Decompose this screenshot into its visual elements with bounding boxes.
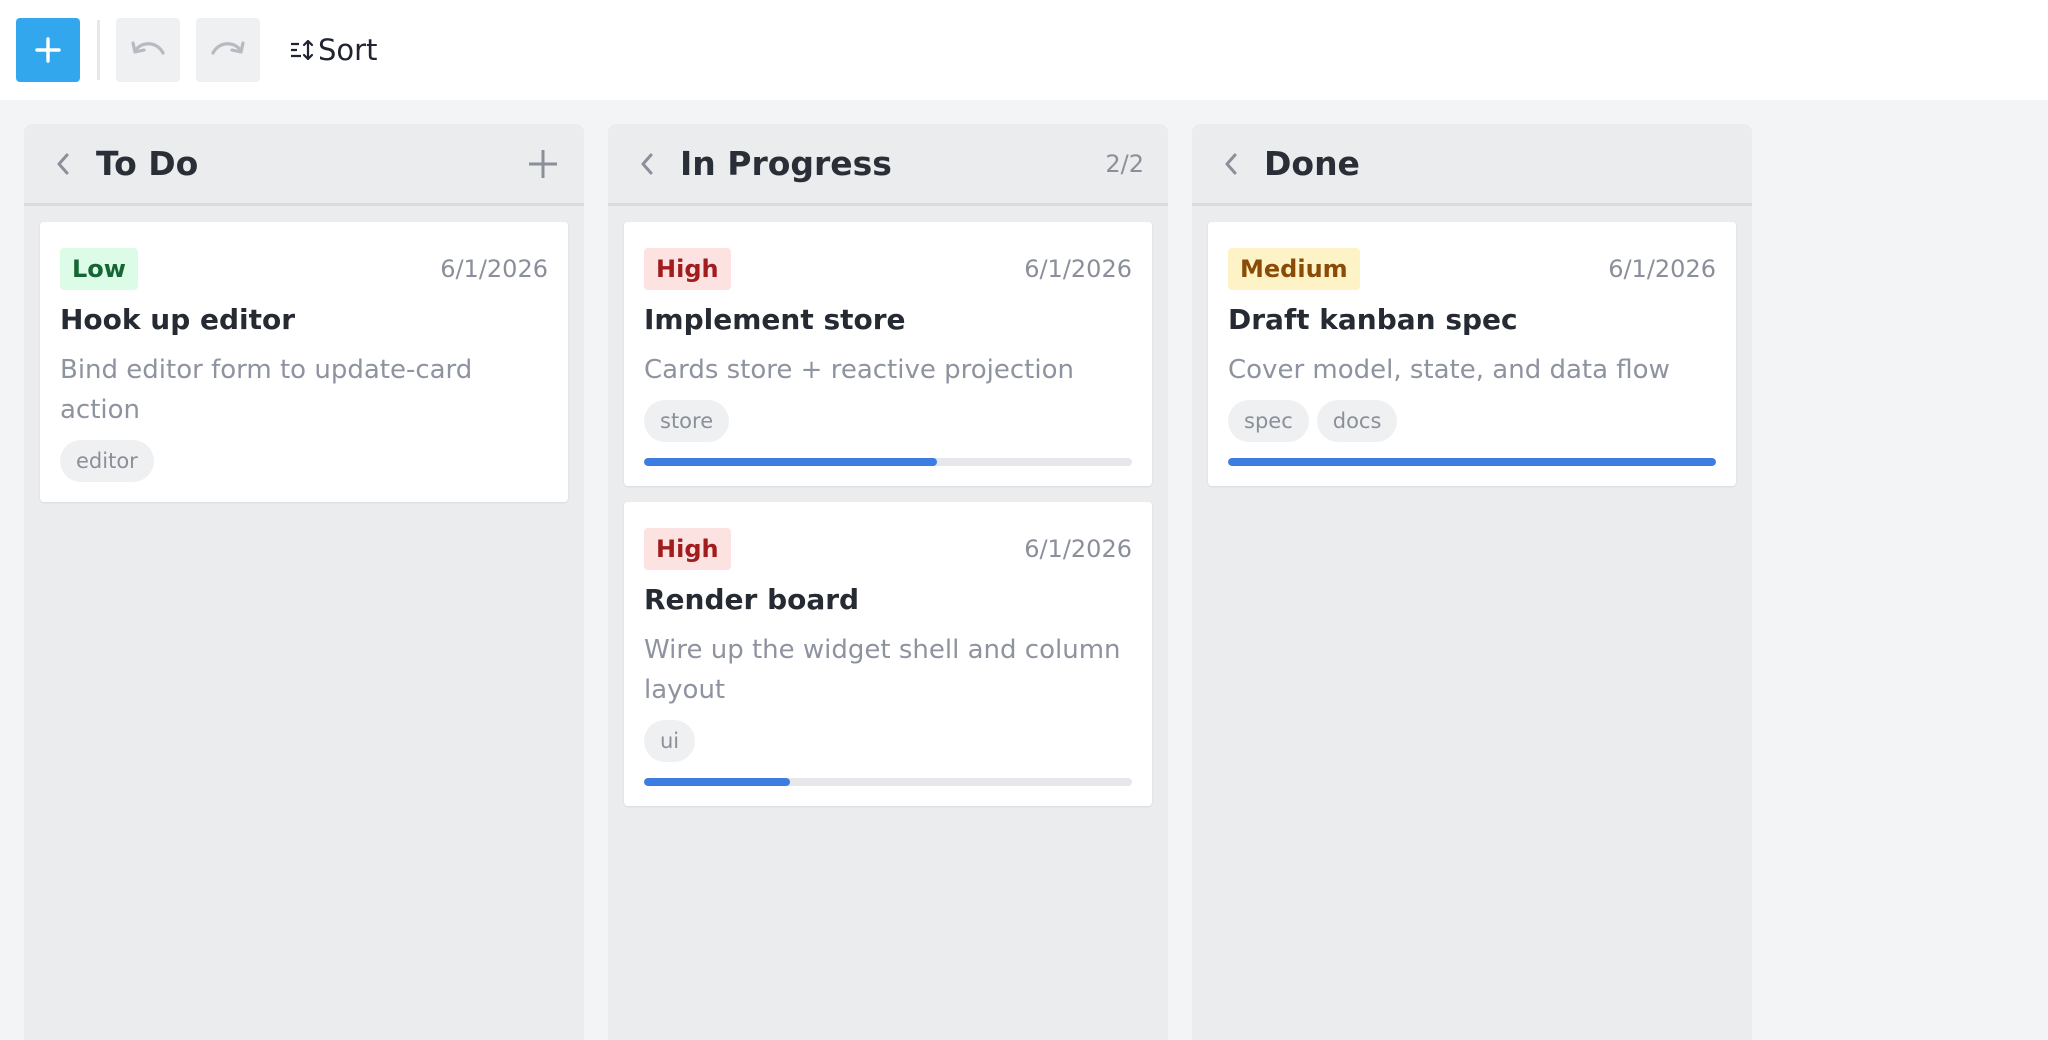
collapse-chevron-icon[interactable] bbox=[634, 151, 660, 177]
column-in-progress: In Progress 2/2 High 6/1/2026 Implement … bbox=[608, 124, 1168, 1040]
card-description: Wire up the widget shell and column layo… bbox=[644, 635, 1121, 705]
progress-bar bbox=[644, 778, 1132, 786]
tag-list: ui bbox=[644, 720, 1132, 762]
sort-label: Sort bbox=[318, 33, 378, 67]
column-header: To Do bbox=[24, 124, 584, 206]
card-render-board[interactable]: High 6/1/2026 Render board Wire up the w… bbox=[624, 502, 1152, 806]
plus-icon bbox=[529, 149, 557, 178]
toolbar: Sort bbox=[0, 0, 2048, 100]
collapse-chevron-icon[interactable] bbox=[1218, 151, 1244, 177]
card-date: 6/1/2026 bbox=[1608, 255, 1716, 283]
card-title: Implement store bbox=[644, 303, 906, 336]
redo-icon bbox=[211, 41, 245, 55]
card-date: 6/1/2026 bbox=[440, 255, 548, 283]
priority-badge: Low bbox=[60, 248, 138, 290]
progress-fill bbox=[644, 778, 791, 786]
card-draft-kanban-spec[interactable]: Medium 6/1/2026 Draft kanban spec Cover … bbox=[1208, 222, 1736, 486]
card-title: Render board bbox=[644, 583, 860, 616]
add-card-button[interactable] bbox=[16, 18, 80, 82]
card-list: Medium 6/1/2026 Draft kanban spec Cover … bbox=[1192, 206, 1752, 486]
column-title: Done bbox=[1264, 144, 1360, 183]
undo-icon bbox=[131, 41, 165, 55]
column-header: Done bbox=[1192, 124, 1752, 206]
card-hook-up-editor[interactable]: Low 6/1/2026 Hook up editor Bind editor … bbox=[40, 222, 568, 502]
progress-fill bbox=[1228, 458, 1716, 466]
plus-icon bbox=[35, 37, 61, 63]
progress-bar bbox=[1228, 458, 1716, 466]
tag-list: store bbox=[644, 400, 1132, 442]
column-todo: To Do Low 6/1/2026 Hook up editor Bind e… bbox=[24, 124, 584, 1040]
toolbar-divider bbox=[97, 20, 100, 80]
column-done: Done Medium 6/1/2026 Draft kanban spec C… bbox=[1192, 124, 1752, 1040]
column-header: In Progress 2/2 bbox=[608, 124, 1168, 206]
tag: spec bbox=[1228, 400, 1309, 442]
priority-badge: Medium bbox=[1228, 248, 1360, 290]
column-title: In Progress bbox=[680, 144, 892, 183]
card-list: High 6/1/2026 Implement store Cards stor… bbox=[608, 206, 1168, 806]
priority-badge: High bbox=[644, 528, 731, 570]
progress-bar bbox=[644, 458, 1132, 466]
wip-count: 2/2 bbox=[1105, 149, 1144, 178]
tag: ui bbox=[644, 720, 696, 762]
sort-button[interactable]: Sort bbox=[290, 33, 377, 67]
progress-fill bbox=[644, 458, 937, 466]
undo-button[interactable] bbox=[116, 18, 180, 82]
sort-icon bbox=[291, 39, 314, 61]
tag-list: editor bbox=[60, 440, 548, 482]
tag: store bbox=[644, 400, 730, 442]
card-title: Hook up editor bbox=[60, 303, 296, 336]
card-description: Bind editor form to update-card action bbox=[60, 355, 473, 425]
add-card-to-column-button[interactable] bbox=[526, 147, 560, 181]
card-description: Cover model, state, and data flow bbox=[1228, 355, 1670, 385]
tag-list: spec docs bbox=[1228, 400, 1716, 442]
collapse-chevron-icon[interactable] bbox=[50, 151, 76, 177]
priority-badge: High bbox=[644, 248, 731, 290]
redo-button[interactable] bbox=[196, 18, 260, 82]
card-description: Cards store + reactive projection bbox=[644, 355, 1074, 385]
kanban-board: To Do Low 6/1/2026 Hook up editor Bind e… bbox=[24, 124, 1752, 1040]
tag: editor bbox=[60, 440, 154, 482]
card-title: Draft kanban spec bbox=[1228, 303, 1518, 336]
tag: docs bbox=[1316, 400, 1398, 442]
column-title: To Do bbox=[96, 144, 199, 183]
card-date: 6/1/2026 bbox=[1024, 535, 1132, 563]
card-implement-store[interactable]: High 6/1/2026 Implement store Cards stor… bbox=[624, 222, 1152, 486]
card-date: 6/1/2026 bbox=[1024, 255, 1132, 283]
card-list: Low 6/1/2026 Hook up editor Bind editor … bbox=[24, 206, 584, 502]
